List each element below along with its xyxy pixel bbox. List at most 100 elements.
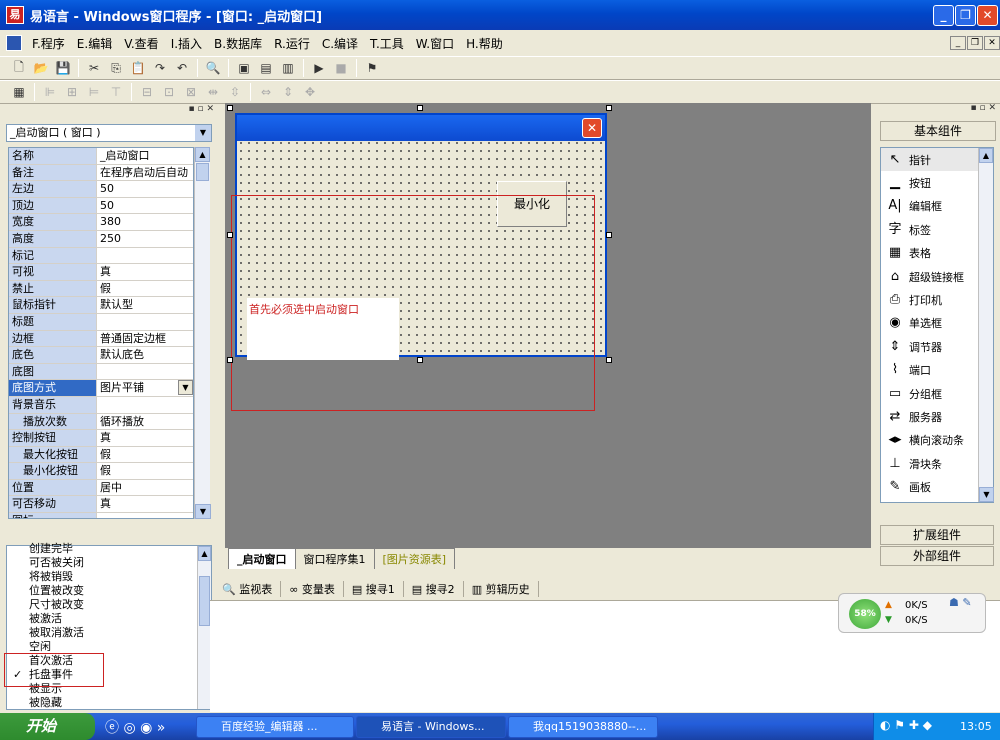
- property-scrollbar[interactable]: ▲ ▼: [194, 147, 211, 519]
- property-value[interactable]: 循环播放: [97, 413, 193, 430]
- property-value[interactable]: 假: [97, 446, 193, 463]
- property-value[interactable]: 默认型: [97, 297, 193, 313]
- minimize-window-button[interactable]: _: [933, 5, 954, 26]
- event-item[interactable]: 创建完毕: [7, 542, 211, 556]
- tab-window-assembly[interactable]: 窗口程序集1: [294, 548, 375, 569]
- property-value[interactable]: 真: [97, 430, 193, 446]
- menu-program[interactable]: F.程序: [26, 35, 71, 52]
- property-row[interactable]: 播放次数 循环播放: [9, 413, 193, 431]
- property-value[interactable]: [97, 313, 193, 330]
- align-right-icon[interactable]: ⊨: [83, 82, 105, 102]
- redo-icon[interactable]: ↷: [149, 58, 171, 78]
- event-item[interactable]: 被取消激活: [7, 626, 211, 640]
- event-item[interactable]: 被激活: [7, 612, 211, 626]
- component-item[interactable]: ⌂ 超级链接框: [881, 265, 993, 288]
- tab-watch[interactable]: 🔍 监视表: [214, 581, 282, 597]
- event-item[interactable]: 空闲: [7, 640, 211, 654]
- property-row[interactable]: 禁止假: [9, 280, 193, 298]
- property-row[interactable]: 边框 普通固定边框: [9, 330, 193, 348]
- property-value[interactable]: 250: [97, 230, 193, 247]
- menu-tools[interactable]: T.工具: [364, 35, 410, 52]
- event-item[interactable]: 将被销毁: [7, 570, 211, 584]
- align-left-icon[interactable]: ⊫: [39, 82, 61, 102]
- resize-handle[interactable]: [606, 105, 612, 111]
- resize-handle[interactable]: [417, 357, 423, 363]
- component-item[interactable]: ⊥ 滑块条: [881, 452, 993, 475]
- resize-handle[interactable]: [227, 357, 233, 363]
- same-height-icon[interactable]: ⊡: [158, 82, 180, 102]
- menu-help[interactable]: H.帮助: [460, 35, 509, 52]
- property-row[interactable]: 鼠标指针 默认型: [9, 297, 193, 314]
- align-center-icon[interactable]: ⊞: [61, 82, 83, 102]
- property-value[interactable]: 50: [97, 197, 193, 214]
- tab-startup-window[interactable]: _启动窗口: [228, 548, 296, 569]
- tab-search2[interactable]: ▤ 搜寻2: [404, 581, 464, 597]
- tray-icons[interactable]: ◐ ⚑ ✚ ◆: [880, 718, 932, 732]
- property-row[interactable]: 图标: [9, 513, 193, 518]
- event-item[interactable]: 可否被关闭: [7, 556, 211, 570]
- paste-icon[interactable]: 📋: [127, 58, 149, 78]
- scroll-up-icon[interactable]: ▲: [979, 148, 993, 163]
- menu-insert[interactable]: I.插入: [165, 35, 208, 52]
- component-item[interactable]: ✎ 画板: [881, 475, 993, 498]
- component-item[interactable]: ◂▸ 横向滚动条: [881, 429, 993, 452]
- event-scrollbar[interactable]: ▲: [197, 546, 211, 709]
- scroll-up-icon[interactable]: ▲: [198, 546, 211, 561]
- component-item[interactable]: ▁ 按钮: [881, 171, 993, 194]
- chevron-down-icon[interactable]: ▼: [178, 380, 193, 396]
- menu-compile[interactable]: C.编译: [316, 35, 364, 52]
- vspace-icon[interactable]: ⇳: [224, 82, 246, 102]
- debug-icon[interactable]: ⚑: [361, 58, 383, 78]
- property-value[interactable]: 默认底色: [97, 347, 193, 363]
- object-selector[interactable]: _启动窗口 ( 窗口 ) ▼: [6, 124, 212, 142]
- task-eyuyan[interactable]: 易语言 - Windows...: [356, 716, 506, 738]
- event-item[interactable]: 被隐藏: [7, 696, 211, 710]
- component-item[interactable]: ▦ 表格: [881, 242, 993, 265]
- copy-icon[interactable]: ⎘: [105, 58, 127, 78]
- property-value[interactable]: 居中: [97, 479, 193, 496]
- mdi-close-button[interactable]: ✕: [984, 36, 1000, 50]
- component-item[interactable]: ⎙ 打印机: [881, 288, 993, 311]
- start-button[interactable]: 开始: [0, 713, 95, 740]
- property-row[interactable]: 最大化按钮假: [9, 446, 193, 464]
- align-top-icon[interactable]: ⊤: [105, 82, 127, 102]
- external-components-header[interactable]: 外部组件: [880, 546, 994, 566]
- property-row[interactable]: 背景音乐: [9, 396, 193, 414]
- undo-icon[interactable]: ↶: [171, 58, 193, 78]
- property-value[interactable]: 假: [97, 463, 193, 479]
- restore-window-button[interactable]: ❐: [955, 5, 976, 26]
- property-value[interactable]: 50: [97, 181, 193, 197]
- property-row[interactable]: 左边 50: [9, 181, 193, 198]
- tab-image-resources[interactable]: [图片资源表]: [373, 548, 456, 569]
- property-row[interactable]: 高度 250: [9, 230, 193, 248]
- tab-variables[interactable]: ∞ 变量表: [281, 581, 344, 597]
- property-row[interactable]: 控制按钮真: [9, 430, 193, 447]
- resize-handle[interactable]: [227, 232, 233, 238]
- property-row[interactable]: 可视真: [9, 264, 193, 281]
- find-icon[interactable]: 🔍: [202, 58, 224, 78]
- same-size-icon[interactable]: ⊠: [180, 82, 202, 102]
- form-close-icon[interactable]: ✕: [582, 118, 602, 138]
- property-row[interactable]: 名称 _启动窗口: [9, 148, 193, 165]
- layout1-icon[interactable]: ▣: [233, 58, 255, 78]
- scroll-thumb[interactable]: [196, 163, 209, 181]
- run-icon[interactable]: ▶: [308, 58, 330, 78]
- center-v-icon[interactable]: ⇕: [277, 82, 299, 102]
- menu-window[interactable]: W.窗口: [410, 35, 460, 52]
- layout2-icon[interactable]: ▤: [255, 58, 277, 78]
- component-item[interactable]: ⇄ 服务器: [881, 405, 993, 428]
- cut-icon[interactable]: ✂: [83, 58, 105, 78]
- event-item[interactable]: 尺寸被改变: [7, 598, 211, 612]
- property-row[interactable]: 底图方式 图片平铺 ▼: [9, 380, 193, 397]
- property-row[interactable]: 顶边 50: [9, 197, 193, 215]
- component-item[interactable]: ⇕ 调节器: [881, 335, 993, 358]
- property-value[interactable]: _启动窗口: [97, 148, 193, 164]
- close-window-button[interactable]: ✕: [977, 5, 998, 26]
- property-row[interactable]: 位置 居中: [9, 479, 193, 497]
- property-value[interactable]: 真: [97, 496, 193, 513]
- resize-handle[interactable]: [606, 357, 612, 363]
- property-row[interactable]: 宽度 380: [9, 214, 193, 231]
- menu-database[interactable]: B.数据库: [208, 35, 268, 52]
- component-item[interactable]: ▭ 分组框: [881, 382, 993, 405]
- scroll-up-icon[interactable]: ▲: [195, 147, 210, 162]
